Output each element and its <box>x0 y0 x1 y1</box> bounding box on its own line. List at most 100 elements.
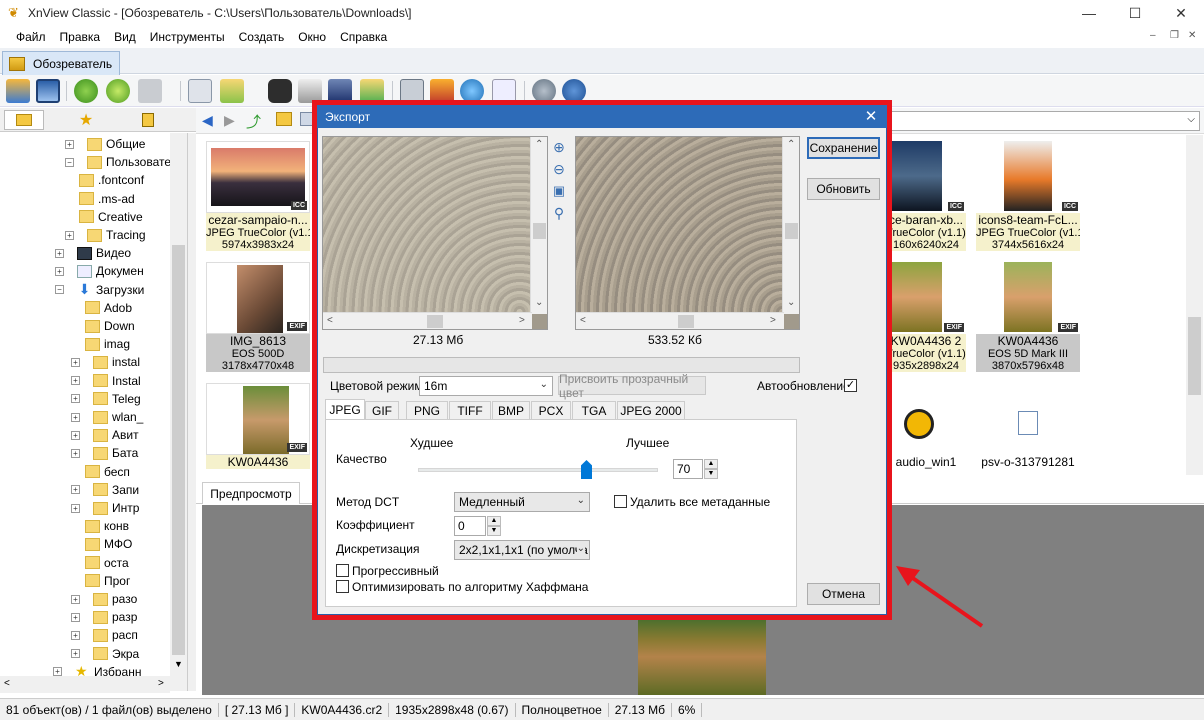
expand-toggle-icon[interactable]: + <box>71 448 80 458</box>
tab-preview[interactable]: Предпросмотр <box>202 482 300 504</box>
tree-item[interactable]: .ms-ad <box>79 190 135 208</box>
expand-toggle-icon[interactable]: − <box>65 157 74 167</box>
folder-tree[interactable]: + Общие − Пользовател .fontconf .ms-ad Creativ… <box>0 133 188 691</box>
close-window-button[interactable]: ✕ <box>1158 0 1204 26</box>
menu-create[interactable]: Создать <box>239 30 285 44</box>
expand-toggle-icon[interactable]: + <box>71 594 80 604</box>
expand-toggle-icon[interactable]: + <box>71 503 80 513</box>
forward-arrow-icon[interactable]: ▶ <box>224 112 235 129</box>
expand-toggle-icon[interactable]: + <box>71 394 80 404</box>
expand-toggle-icon[interactable]: + <box>55 266 64 276</box>
info-doc-icon[interactable] <box>188 79 212 103</box>
folder-icon <box>93 592 108 606</box>
tree-hscrollbar[interactable]: < > <box>0 676 170 693</box>
tree-scrollbar[interactable]: ▼ <box>170 133 187 691</box>
binoculars-icon[interactable] <box>268 79 292 103</box>
expand-toggle-icon[interactable]: + <box>71 485 80 495</box>
path-combobox[interactable]: ⌵ <box>890 111 1200 131</box>
tree-item[interactable]: МФО <box>85 535 132 553</box>
expand-toggle-icon[interactable]: + <box>71 649 80 659</box>
thumbnail-item[interactable]: ICC cezar-sampaio-n... JPEG TrueColor (v… <box>206 141 310 251</box>
thumbnail-item[interactable]: ICC ce-baran-xb... TrueColor (v1.1) 160x… <box>886 141 966 251</box>
thumbnail-item[interactable]: ICC icons8-team-FcL... JPEG TrueColor (v… <box>976 141 1080 251</box>
menu-window[interactable]: Окно <box>298 30 326 44</box>
thumbnail-scroll-thumb[interactable] <box>1188 317 1201 395</box>
back-arrow-icon[interactable]: ◀ <box>202 112 213 129</box>
expand-toggle-icon[interactable]: + <box>71 357 80 367</box>
menu-help[interactable]: Справка <box>340 30 387 44</box>
tree-item[interactable]: конв <box>85 517 129 535</box>
browser-icon[interactable] <box>6 79 30 103</box>
refresh-icon[interactable] <box>74 79 98 103</box>
tree-item[interactable]: Down <box>85 317 135 335</box>
tree-item[interactable]: + Бата <box>71 444 138 462</box>
tree-scroll-down-icon[interactable]: ▼ <box>174 659 183 669</box>
tree-item[interactable]: + разо <box>71 590 137 608</box>
minimize-button[interactable]: — <box>1066 0 1112 26</box>
menu-edit[interactable]: Правка <box>60 30 101 44</box>
expand-toggle-icon[interactable]: − <box>55 285 64 295</box>
adjust-icon[interactable] <box>138 79 162 103</box>
tree-item[interactable]: оста <box>85 554 129 572</box>
tree-item[interactable]: + Интр <box>71 499 139 517</box>
tree-scroll-thumb[interactable] <box>172 245 185 655</box>
tree-item[interactable]: + Экра <box>71 645 139 663</box>
expand-toggle-icon[interactable]: + <box>65 139 74 149</box>
thumbnail-scrollbar[interactable] <box>1186 135 1203 475</box>
thumbnail-item[interactable]: psv-o-313791281 <box>976 395 1080 469</box>
tree-item[interactable]: Прог <box>85 572 130 590</box>
expand-toggle-icon[interactable]: + <box>53 667 62 677</box>
tree-item[interactable]: imag <box>85 335 130 353</box>
tree-item[interactable]: .fontconf <box>79 171 144 189</box>
expand-toggle-icon[interactable]: + <box>71 376 80 386</box>
tree-item[interactable]: + Запи <box>71 481 139 499</box>
expand-toggle-icon[interactable]: + <box>71 430 80 440</box>
mdi-restore-icon[interactable]: ❐ <box>1170 30 1179 41</box>
mdi-close-icon[interactable]: ✕ <box>1188 30 1196 41</box>
menu-view[interactable]: Вид <box>114 30 136 44</box>
maximize-button[interactable]: ☐ <box>1112 0 1158 26</box>
thumbnail-item[interactable]: EXIF KW0A4436 2 TrueColor (v1.1) 935x289… <box>886 262 966 372</box>
tab-folders[interactable] <box>4 110 44 130</box>
fullscreen-icon[interactable] <box>36 79 60 103</box>
panel-splitter[interactable] <box>188 133 196 691</box>
expand-toggle-icon[interactable]: + <box>55 248 64 258</box>
thumbnail-item[interactable]: EXIF IMG_8613 EOS 500D 3178x4770x48 <box>206 262 310 372</box>
expand-toggle-icon[interactable]: + <box>71 412 80 422</box>
tree-item[interactable]: − ⬇ Загрузки <box>55 281 144 299</box>
tree-item[interactable]: − Пользовател <box>65 153 178 171</box>
rotate-icon[interactable] <box>106 79 130 103</box>
tree-scroll-right-icon[interactable]: > <box>158 678 164 689</box>
menu-tools[interactable]: Инструменты <box>150 30 225 44</box>
tab-categories[interactable] <box>128 110 168 130</box>
thumbnail-item[interactable]: audio_win1 <box>886 395 966 469</box>
tree-item[interactable]: бесп <box>85 463 130 481</box>
tab-browser[interactable]: Обозреватель <box>2 51 120 75</box>
tree-item[interactable]: + Авит <box>71 426 139 444</box>
mdi-minimize-icon[interactable]: – <box>1150 30 1156 41</box>
thumbnail-item[interactable]: EXIF KW0A4436 <box>206 383 310 469</box>
expand-toggle-icon[interactable]: + <box>65 230 74 240</box>
tree-item[interactable]: + разр <box>71 608 137 626</box>
up-folder-icon[interactable]: ⤴ <box>246 111 261 132</box>
thumbnail-item[interactable]: EXIF KW0A4436 EOS 5D Mark III 3870x5796x… <box>976 262 1080 372</box>
tree-item[interactable]: Creative <box>79 208 143 226</box>
tree-item[interactable]: + Teleg <box>71 390 141 408</box>
tree-item[interactable]: + wlan_ <box>71 408 143 426</box>
tab-favorites[interactable]: ★ <box>66 110 106 130</box>
icc-badge: ICC <box>947 202 964 211</box>
menu-file[interactable]: Файл <box>16 30 46 44</box>
tree-item[interactable]: + Докумен <box>55 262 144 280</box>
expand-toggle-icon[interactable]: + <box>71 612 80 622</box>
tree-scroll-left-icon[interactable]: < <box>4 678 10 689</box>
tree-item[interactable]: + instal <box>71 353 140 371</box>
expand-toggle-icon[interactable]: + <box>71 630 80 640</box>
tree-item[interactable]: + расп <box>71 626 138 644</box>
move-to-icon[interactable] <box>220 79 244 103</box>
tree-item[interactable]: Adob <box>85 299 132 317</box>
tree-item[interactable]: + Tracing <box>65 226 146 244</box>
tree-item[interactable]: + Instal <box>71 372 141 390</box>
tree-item[interactable]: + Общие <box>65 135 145 153</box>
tree-item[interactable]: + Видео <box>55 244 131 262</box>
new-folder-icon[interactable] <box>276 112 292 126</box>
